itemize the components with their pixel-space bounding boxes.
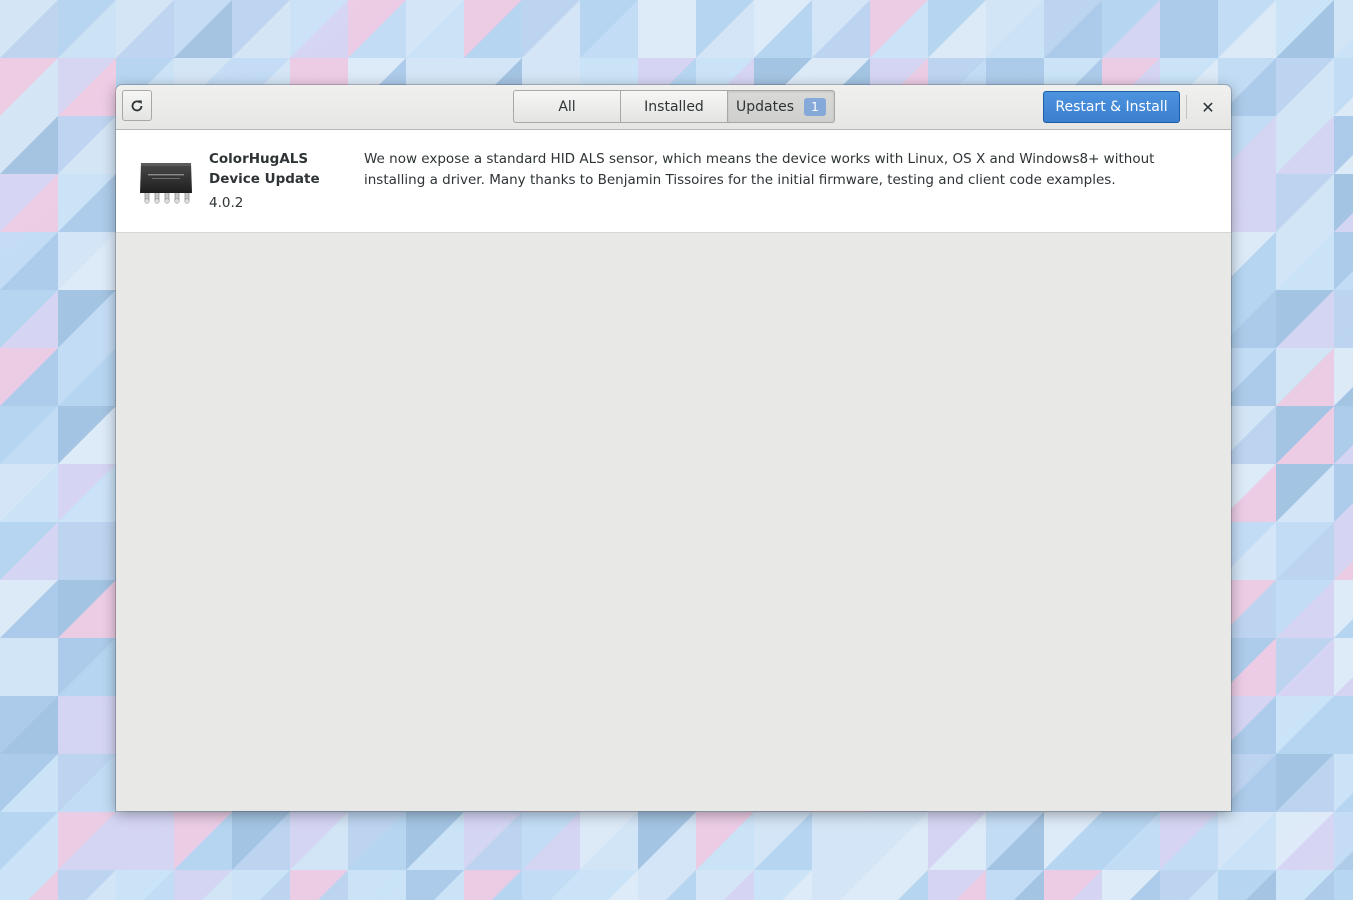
refresh-icon — [131, 99, 143, 111]
update-description: We now expose a standard HID ALS sensor,… — [364, 151, 1155, 188]
header-separator — [1186, 95, 1187, 119]
header-bar: All Installed Updates 1 Restart & Instal… — [116, 85, 1231, 130]
update-row[interactable]: ColorHugALS Device Update 4.0.2 We now e… — [116, 130, 1231, 233]
updates-count-badge: 1 — [804, 97, 826, 116]
update-version: 4.0.2 — [209, 195, 244, 211]
restart-install-button[interactable]: Restart & Install — [1043, 91, 1180, 123]
tab-installed[interactable]: Installed — [621, 90, 728, 123]
chip-icon — [140, 163, 192, 204]
close-icon: ✕ — [1201, 97, 1215, 117]
tab-all-label: All — [558, 98, 576, 115]
close-button[interactable]: ✕ — [1194, 93, 1222, 121]
refresh-button[interactable] — [122, 90, 152, 121]
tab-installed-label: Installed — [644, 98, 704, 115]
tab-updates[interactable]: Updates 1 — [728, 90, 835, 123]
tab-all[interactable]: All — [513, 90, 621, 123]
update-name: ColorHugALS Device Update — [209, 151, 320, 187]
restart-install-label: Restart & Install — [1055, 99, 1168, 115]
software-window: All Installed Updates 1 Restart & Instal… — [116, 85, 1231, 811]
tab-updates-label: Updates — [736, 98, 794, 115]
view-switcher: All Installed Updates 1 — [513, 90, 835, 123]
